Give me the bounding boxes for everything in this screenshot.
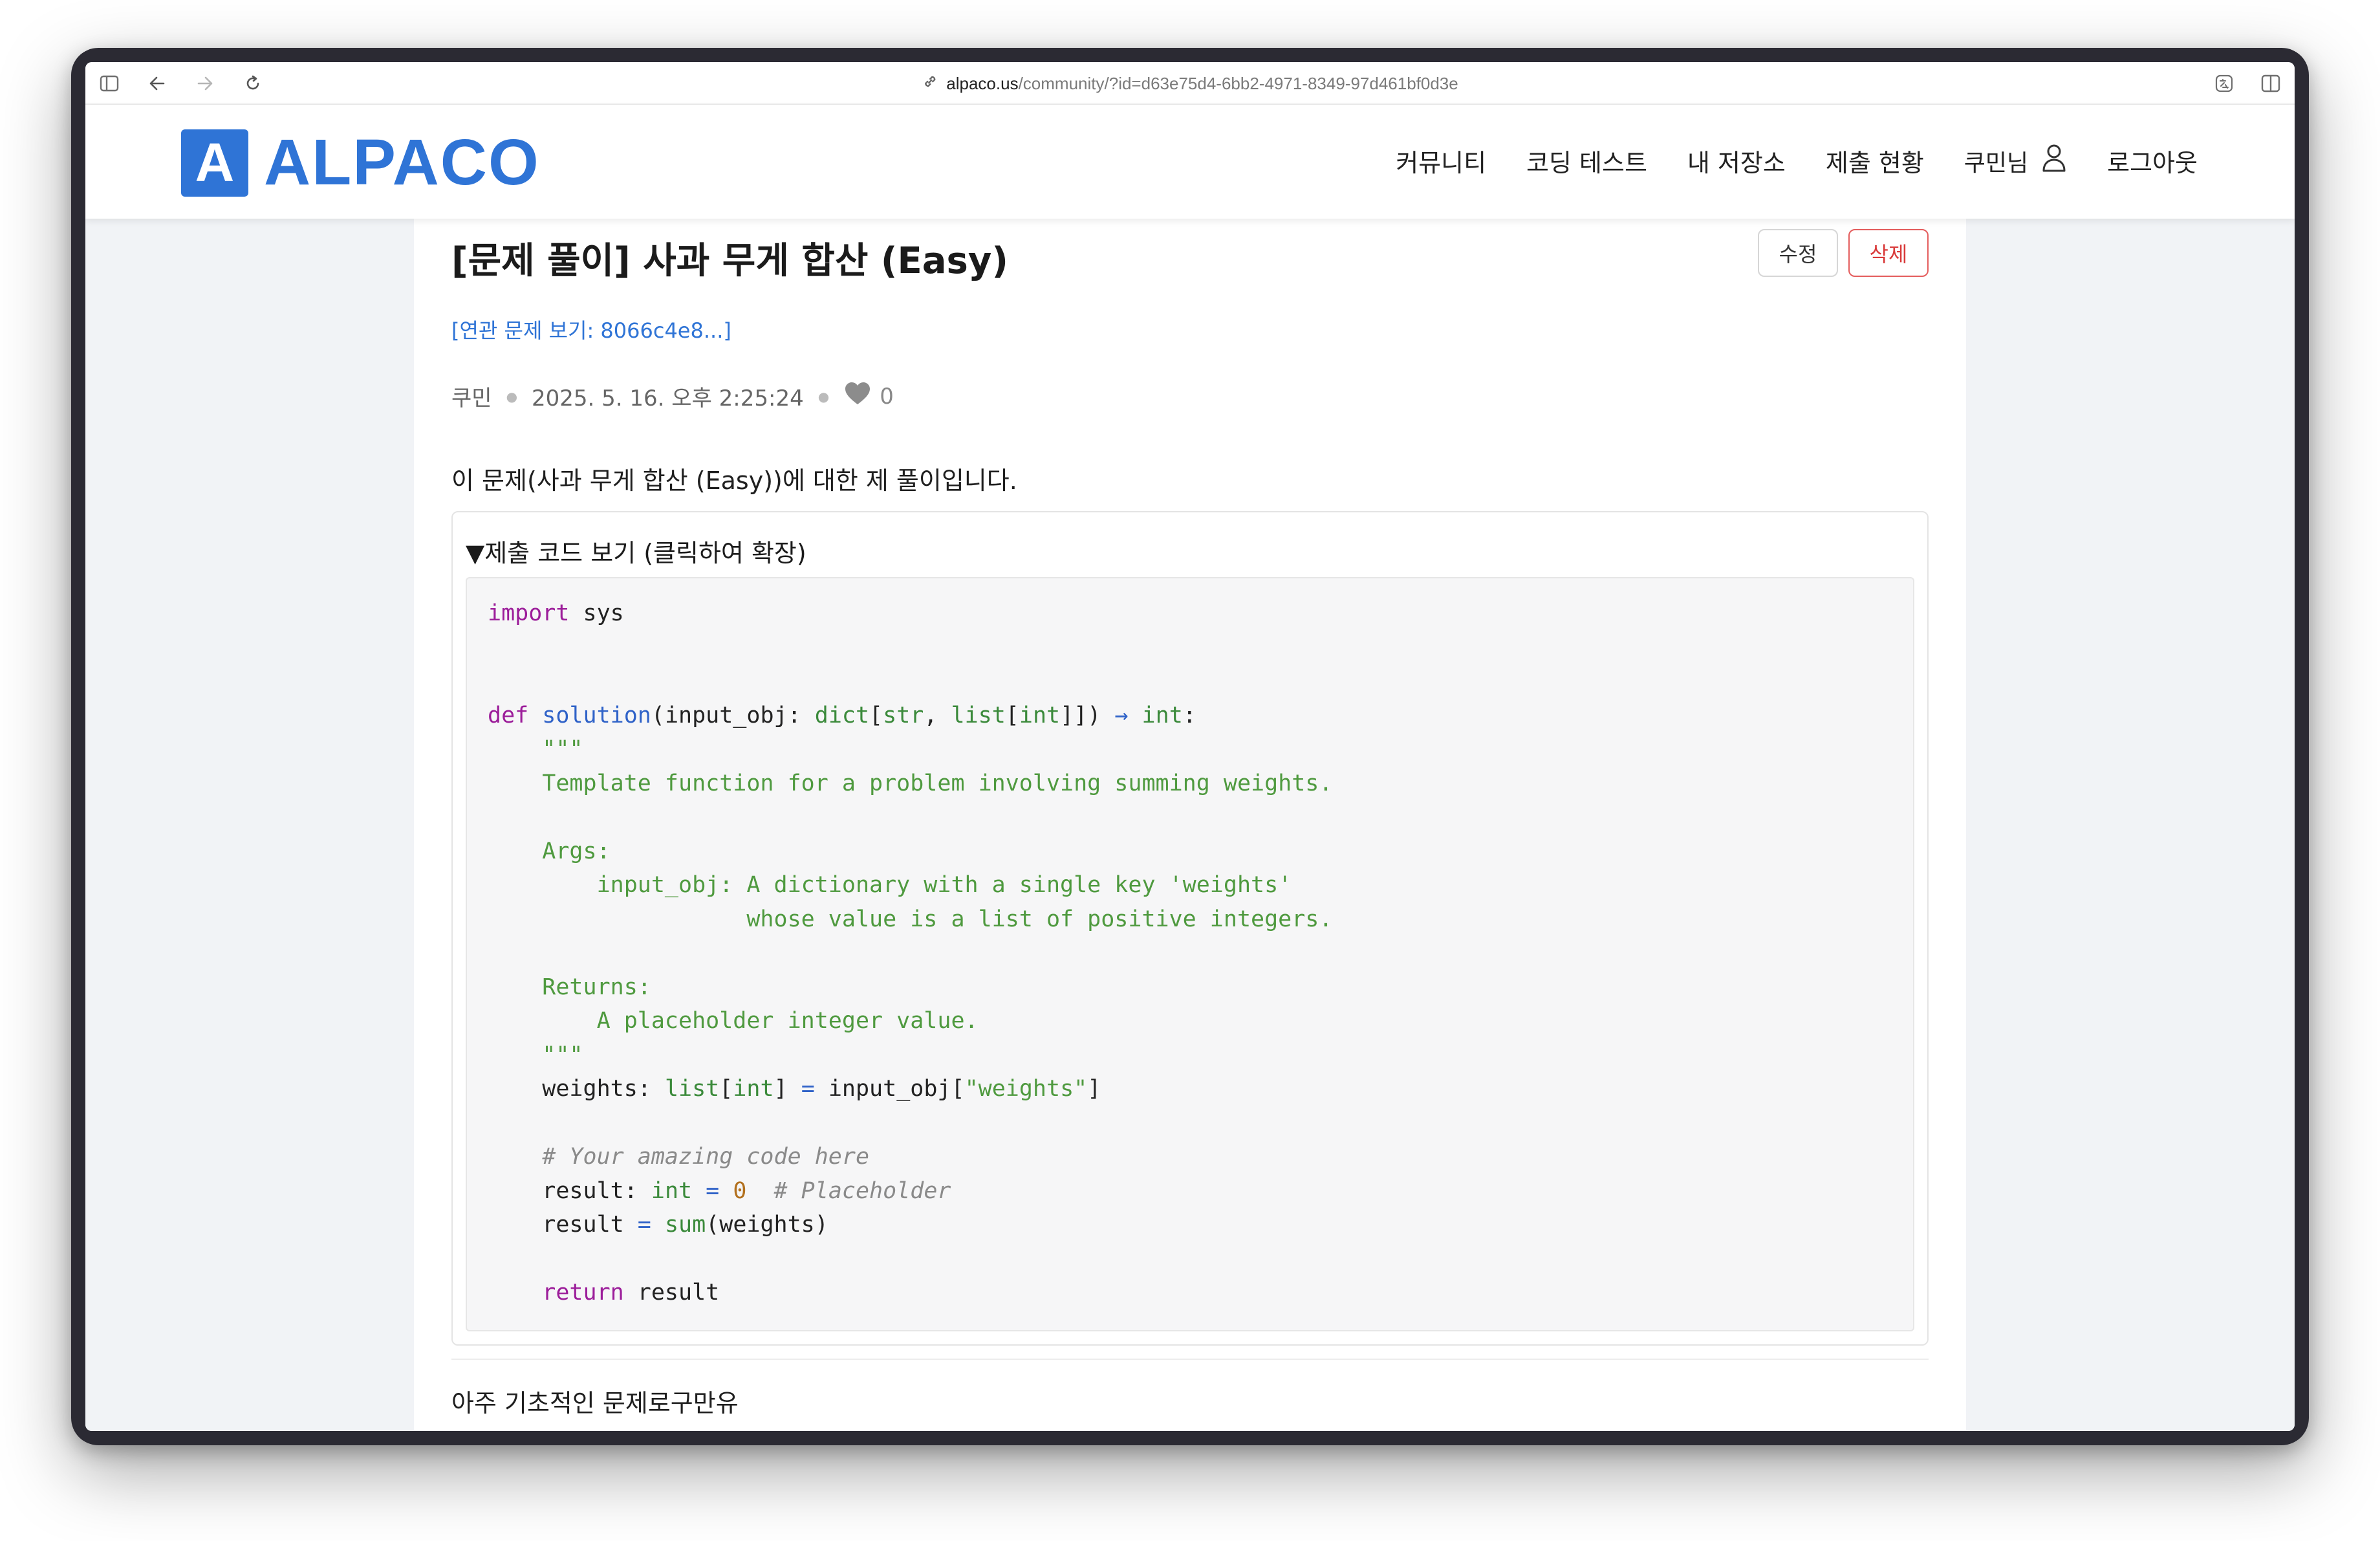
code-token: weights: [488,1076,665,1102]
code-token: = [637,1212,651,1238]
code-token: import [488,600,570,626]
code-token: Args: [488,838,611,864]
code-token: "weights" [964,1076,1088,1102]
code-token: Template function for a problem involvin… [488,770,1333,796]
post-card: [문제 풀이] 사과 무게 합산 (Easy) 수정 삭제 [연관 문제 보기:… [414,219,1966,1431]
nav-my-storage[interactable]: 내 저장소 [1687,143,1786,179]
url-path: /community/?id=d63e75d4-6bb2-4971-8349-9… [1018,73,1458,93]
code-token: = [692,1177,733,1204]
code-token: str [883,702,924,728]
address-bar[interactable]: alpaco.us/community/?id=d63e75d4-6bb2-49… [922,71,1458,96]
logo-text: ALPACO [264,126,540,199]
code-token: result [623,1280,720,1306]
code-token: int [733,1076,774,1102]
code-token: return [488,1280,624,1306]
heart-icon [843,380,872,412]
post-body-text: 아주 기초적인 문제로구만유 [451,1389,739,1417]
code-token: # Placeholder [746,1177,951,1204]
site-header: A ALPACO 커뮤니티 코딩 테스트 내 저장소 제출 현황 쿠민님 로그아… [85,105,2295,219]
code-token: result [488,1212,638,1238]
code-summary-toggle[interactable]: ▼제출 코드 보기 (클릭하여 확장) [466,533,806,569]
site-logo[interactable]: A ALPACO [181,126,540,200]
code-token: (input_obj: [651,702,815,728]
post-title: [문제 풀이] 사과 무게 합산 (Easy) [451,240,1008,282]
nav-community[interactable]: 커뮤니티 [1396,143,1486,179]
code-token: """ [488,1042,583,1068]
code-token: """ [488,736,583,762]
related-problem-link[interactable]: [연관 문제 보기: 8066c4e8...] [451,314,731,344]
logout-link[interactable]: 로그아웃 [2107,143,2198,179]
user-icon [2041,142,2067,179]
browser-screen: alpaco.us/community/?id=d63e75d4-6bb2-49… [85,62,2295,1431]
code-token: int [1141,702,1183,728]
code-token: → [1114,702,1129,728]
code-token: Returns: [488,974,651,1000]
code-token: sys [569,600,624,626]
code-token: solution [542,702,651,728]
back-arrow-icon[interactable] [145,71,169,96]
main-nav: 커뮤니티 코딩 테스트 내 저장소 제출 현황 쿠민님 로그아웃 [1396,142,2198,179]
code-token: 0 [733,1177,747,1204]
nav-user[interactable]: 쿠민님 [1964,142,2067,179]
code-token: , [924,702,951,728]
like-button[interactable]: 0 [843,380,894,412]
browser-toolbar: alpaco.us/community/?id=d63e75d4-6bb2-49… [85,62,2295,105]
code-token: input_obj: A dictionary with a single ke… [488,872,1292,898]
post-intro: 이 문제(사과 무게 합산 (Easy))에 대한 제 풀이입니다. [451,466,1017,495]
code-token: (weights) [706,1212,828,1238]
meta-separator: ● [506,388,518,404]
code-token: sum [651,1212,706,1238]
nav-coding-test[interactable]: 코딩 테스트 [1526,143,1647,179]
code-token: [ [719,1076,733,1102]
split-view-icon[interactable] [2258,71,2283,96]
delete-button[interactable]: 삭제 [1848,229,1929,277]
code-token: int [1019,702,1061,728]
meta-separator: ● [817,388,830,404]
reload-icon[interactable] [241,71,265,96]
forward-arrow-icon[interactable] [193,71,217,96]
nav-submissions[interactable]: 제출 현황 [1826,143,1924,179]
code-token: result: [488,1177,651,1204]
code-token: input_obj[ [814,1076,965,1102]
code-token: ] [1087,1076,1101,1102]
logo-mark: A [181,129,248,197]
code-token: dict [814,702,870,728]
code-token: # Your amazing code here [488,1144,870,1170]
code-token: def [488,702,529,728]
post-author: 쿠민 [451,386,492,411]
like-count: 0 [880,383,894,410]
post-meta: 쿠민 ● 2025. 5. 16. 오후 2:25:24 ● 0 [451,380,894,412]
code-token: int [651,1177,693,1204]
user-name: 쿠민님 [1964,149,2029,177]
edit-button[interactable]: 수정 [1758,229,1838,277]
translate-icon[interactable] [2212,71,2236,96]
code-token: ] [774,1076,801,1102]
code-token: ]]) [1060,702,1101,728]
code-token: whose value is a list of positive intege… [488,906,1333,932]
url-domain: alpaco.us [946,73,1019,93]
code-token: : [1182,702,1196,728]
link-icon [922,73,938,94]
code-token: [ [869,702,883,728]
post-date: 2025. 5. 16. 오후 2:25:24 [532,386,804,411]
sidebar-icon[interactable] [97,71,122,96]
browser-window: alpaco.us/community/?id=d63e75d4-6bb2-49… [71,48,2309,1445]
code-token: [ [1005,702,1019,728]
code-token: A placeholder integer value. [488,1008,979,1034]
code-block: import sys def solution(input_obj: dict[… [466,577,1914,1331]
code-token: list [664,1076,720,1102]
code-details: ▼제출 코드 보기 (클릭하여 확장) import sys def solut… [451,511,1929,1346]
divider [451,1359,1929,1360]
code-token: = [801,1076,815,1102]
code-token: list [951,702,1006,728]
